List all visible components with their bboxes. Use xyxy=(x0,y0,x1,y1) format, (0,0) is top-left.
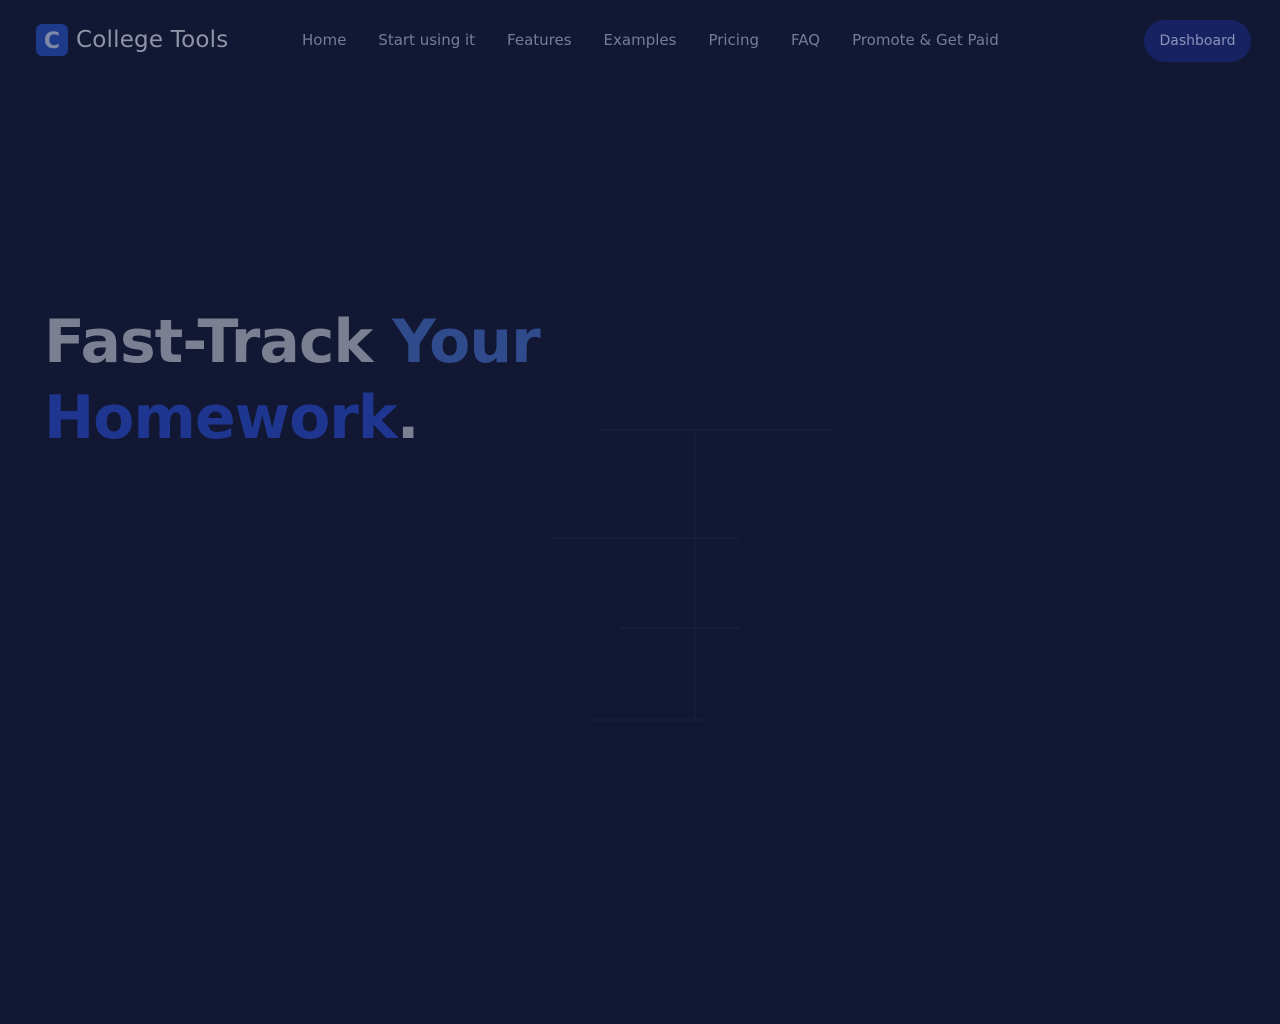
college-tools-logo-icon: C xyxy=(36,24,68,56)
nav-pricing[interactable]: Pricing xyxy=(708,30,759,50)
brand-logo[interactable]: C College Tools xyxy=(36,24,228,56)
svg-text:C: C xyxy=(44,29,60,54)
faint-background-illustration xyxy=(550,429,830,721)
nav-start-using-it[interactable]: Start using it xyxy=(378,30,475,50)
page: C College Tools Home Start using it Feat… xyxy=(0,0,1280,1024)
nav-promote[interactable]: Promote & Get Paid xyxy=(852,30,999,50)
hero-title-part1: Fast-Track xyxy=(44,307,393,377)
hero-title-dot: . xyxy=(396,383,420,453)
nav-features[interactable]: Features xyxy=(507,30,572,50)
nav-home[interactable]: Home xyxy=(302,30,346,50)
nav-examples[interactable]: Examples xyxy=(604,30,677,50)
hero-title-part3: Homework xyxy=(44,383,398,453)
hero-title-part2: Your xyxy=(392,307,540,377)
dashboard-button[interactable]: Dashboard xyxy=(1144,20,1251,62)
main-nav: Home Start using it Features Examples Pr… xyxy=(302,30,1031,50)
brand-name: College Tools xyxy=(76,27,229,53)
nav-faq[interactable]: FAQ xyxy=(791,30,820,50)
site-header: C College Tools Home Start using it Feat… xyxy=(0,0,1280,80)
